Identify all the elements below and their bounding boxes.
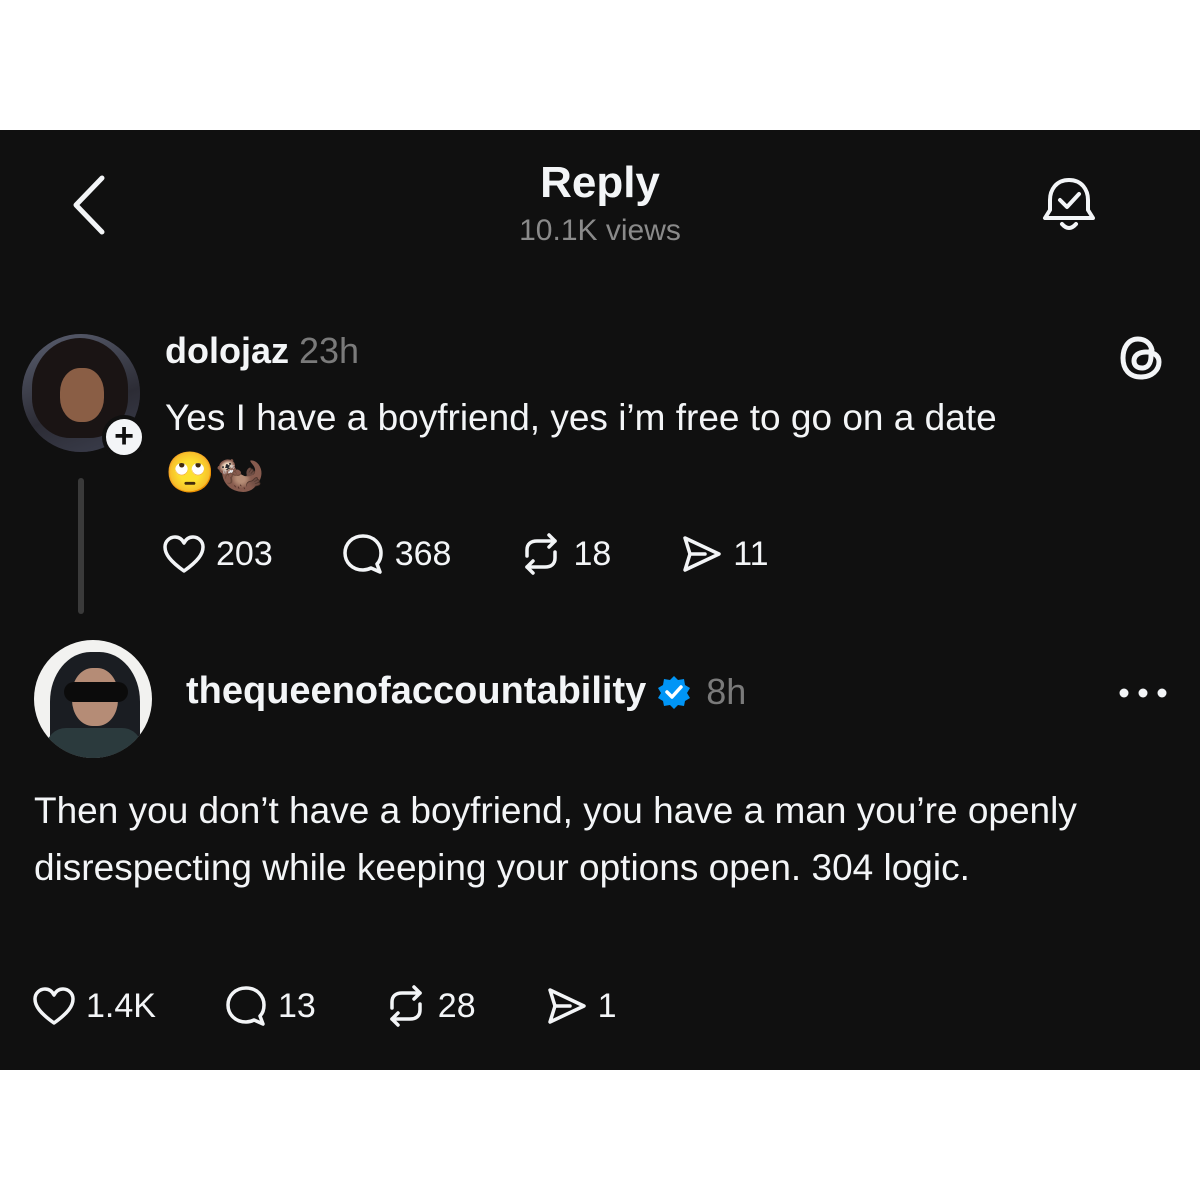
post-time: 8h	[706, 670, 747, 712]
share-count: 1	[597, 986, 617, 1025]
post-time: 23h	[299, 330, 360, 371]
plus-icon: +	[114, 417, 134, 455]
post-actions: 203 368 18 11	[160, 530, 835, 578]
like-button[interactable]: 1.4K	[30, 982, 156, 1030]
share-button[interactable]: 11	[677, 530, 769, 578]
thread-screen: Reply 10.1K views + dolojaz 23h Yes I hav…	[0, 130, 1200, 1070]
repost-count: 18	[573, 534, 612, 573]
bell-check-icon	[1043, 178, 1095, 230]
heart-icon	[33, 987, 75, 1025]
more-icon	[1119, 688, 1167, 698]
thread-connector	[78, 478, 84, 614]
repost-button[interactable]: 18	[517, 530, 611, 578]
comment-icon	[226, 986, 266, 1026]
like-count: 1.4K	[86, 986, 156, 1025]
verified-badge-icon	[658, 675, 691, 709]
post-author[interactable]: dolojaz 23h	[165, 330, 359, 372]
like-count: 203	[216, 534, 273, 573]
post-text: Then you don’t have a boyfriend, you hav…	[34, 790, 1077, 888]
comment-icon	[342, 534, 383, 574]
post-author[interactable]: thequeenofaccountability 8h	[186, 670, 746, 713]
like-button[interactable]: 203	[160, 530, 273, 578]
post-emojis: 🙄🦦	[165, 451, 265, 495]
share-count: 11	[733, 534, 769, 573]
share-button[interactable]: 1	[542, 982, 617, 1030]
view-count: 10.1K views	[519, 214, 681, 247]
threads-logo-icon	[1120, 336, 1162, 380]
reply-button[interactable]: 13	[222, 982, 316, 1030]
repost-button[interactable]: 28	[382, 982, 476, 1030]
heart-icon	[163, 535, 205, 573]
post-actions: 1.4K 13 28 1	[30, 982, 683, 1030]
avatar[interactable]	[34, 640, 152, 758]
more-options-button[interactable]	[1116, 678, 1170, 708]
notification-button[interactable]	[1036, 172, 1102, 238]
repost-icon	[525, 533, 558, 575]
reply-count: 13	[277, 986, 316, 1025]
repost-icon	[390, 985, 422, 1027]
reply-button[interactable]: 368	[339, 530, 452, 578]
share-icon	[683, 536, 722, 572]
username[interactable]: dolojaz	[165, 330, 289, 371]
username[interactable]: thequeenofaccountability	[186, 670, 646, 713]
page-title: Reply	[540, 158, 660, 207]
threads-logo	[1112, 328, 1172, 388]
reply-count: 368	[394, 534, 452, 573]
follow-button[interactable]: +	[102, 415, 146, 459]
share-icon	[547, 988, 586, 1024]
post-text: Yes I have a boyfriend, yes i’m free to …	[165, 397, 997, 438]
repost-count: 28	[437, 986, 476, 1025]
